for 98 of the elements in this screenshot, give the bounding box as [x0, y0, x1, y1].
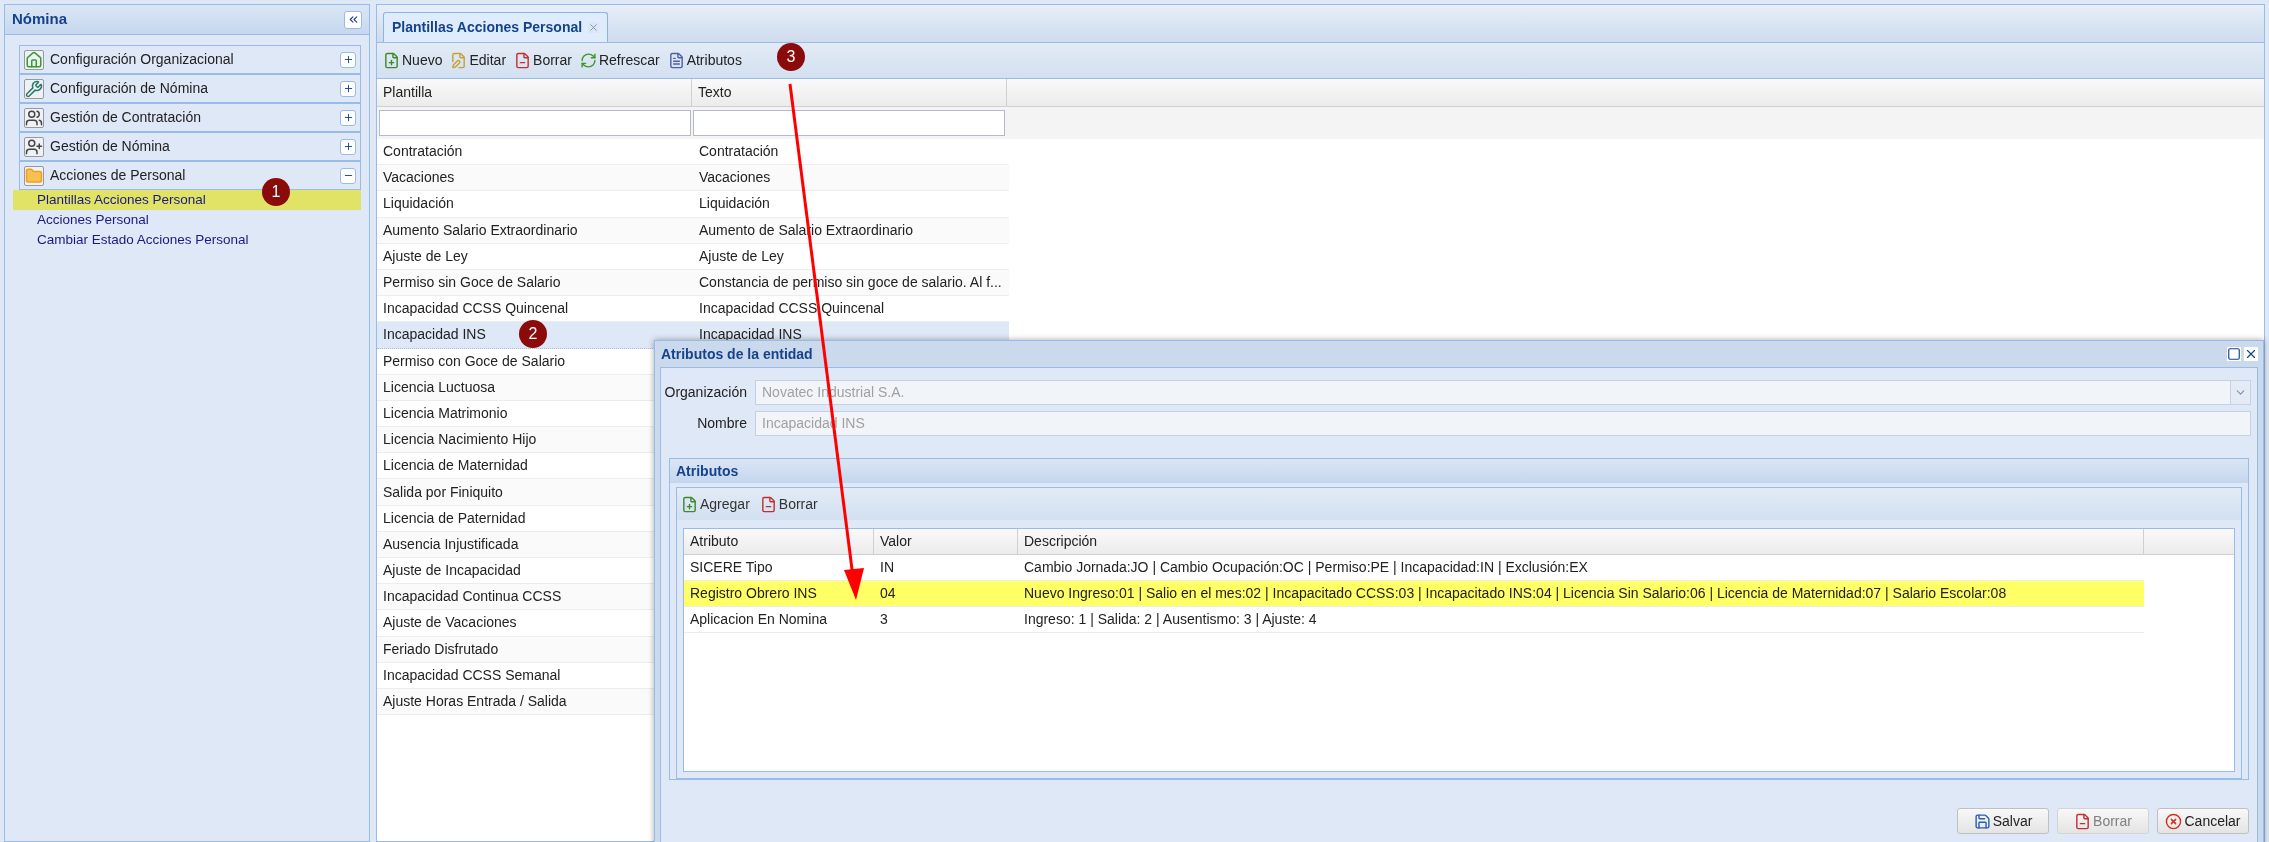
accordion-label: Configuración Organizacional — [50, 50, 235, 69]
accordion-label: Gestión de Nómina — [50, 137, 171, 156]
delete-file-icon — [2074, 812, 2092, 830]
toolbar-button[interactable]: Refrescar — [579, 47, 660, 74]
column-header[interactable]: Atributo — [684, 529, 874, 554]
filter-field[interactable] — [693, 110, 1005, 136]
table-row[interactable]: Registro Obrero INS 04 Nuevo Ingreso:01 | Salio en el mes:02 | Incapacitado CCSS:03 | Incapacitado INS:04 | Licencia Sin Salario:06 | Licencia de Maternidad:07 | Salario Escolar:08 — [684, 581, 2144, 607]
table-cell-text: Incapacidad Continua CCSS — [383, 587, 562, 607]
table-cell-text: Licencia de Paternidad — [383, 508, 526, 528]
people-icon — [25, 108, 43, 127]
table-cell-text: Cambio Jornada:JO | Cambio Ocupación:OC | Permiso:PE | Incapacidad:IN | Exclusión:EX — [1023, 558, 1589, 577]
table-cell-text: Licencia Luctuosa — [383, 377, 496, 397]
table-cell-text: Licencia Nacimiento Hijo — [383, 430, 537, 450]
expand-toggle[interactable] — [340, 138, 356, 155]
toolbar-button[interactable]: Atributos — [667, 47, 742, 74]
table-cell-text: Aumento Salario Extraordinario — [383, 220, 578, 240]
table-cell-text: Incapacidad CCSS Semanal — [383, 665, 561, 685]
plus-icon — [342, 141, 354, 152]
toolbar-button[interactable]: Borrar — [759, 493, 818, 515]
accordion-label: Acciones de Personal — [50, 166, 187, 185]
filter-field[interactable] — [379, 110, 691, 136]
accordion-header[interactable]: Gestión de Contratación — [19, 103, 361, 132]
new-file-icon — [383, 52, 400, 69]
dialog-button[interactable]: Salvar — [1957, 808, 2049, 834]
nav-link[interactable]: Acciones Personal — [13, 210, 361, 230]
delete-file-icon — [514, 52, 532, 69]
table-row[interactable]: Vacaciones Vacaciones — [377, 165, 1009, 192]
accordion-header[interactable]: Configuración Organizacional — [19, 45, 361, 74]
table-cell-text: Permiso sin Goce de Salario — [383, 273, 561, 293]
save-icon — [1973, 812, 1991, 830]
table-cell-text: Ingreso: 1 | Salida: 2 | Ausentismo: 3 | Ajuste: 4 — [1023, 610, 1318, 629]
table-cell-text: Vacaciones — [699, 168, 771, 188]
people-icon — [25, 137, 43, 156]
table-cell-text: 04 — [879, 584, 897, 603]
plus-icon — [342, 54, 354, 65]
table-cell-text: Permiso con Goce de Salario — [383, 351, 566, 371]
table-cell-text: Registro Obrero INS — [689, 584, 818, 603]
table-cell-text: Contratación — [383, 142, 463, 162]
tab[interactable]: Plantillas Acciones Personal — [383, 12, 609, 42]
table-cell-text: Vacaciones — [383, 168, 455, 188]
table-cell-text: 3 — [879, 610, 889, 629]
nav-link[interactable]: Cambiar Estado Acciones Personal — [13, 230, 361, 250]
table-cell-text: Ausencia Injustificada — [383, 534, 519, 554]
collapse-toggle[interactable] — [340, 167, 356, 184]
table-cell-text: Contratación — [699, 142, 779, 162]
table-cell-text: Licencia Matrimonio — [383, 403, 508, 423]
table-cell-text: Licencia de Maternidad — [383, 456, 528, 476]
table-cell-text: Incapacidad INS — [383, 325, 486, 345]
field-label: Organización — [663, 383, 748, 402]
delete-file-icon — [759, 495, 777, 513]
toolbar-button[interactable]: Editar — [450, 47, 507, 74]
close-icon[interactable] — [2244, 347, 2258, 361]
table-cell-text: Ajuste Horas Entrada / Salida — [383, 692, 567, 712]
column-header[interactable]: Valor — [874, 529, 1018, 554]
plus-icon — [342, 83, 354, 94]
table-cell-text: Ajuste de Ley — [383, 246, 468, 266]
folder-icon — [25, 166, 43, 185]
accordion-header[interactable]: Gestión de Nómina — [19, 132, 361, 161]
expand-toggle[interactable] — [340, 51, 356, 68]
column-header[interactable]: Descripción — [1018, 529, 2144, 554]
toolbar-button[interactable]: Agregar — [681, 493, 750, 515]
panel-title: Nómina — [12, 9, 67, 30]
column-header[interactable]: Texto — [692, 79, 1007, 106]
table-cell-text: Ajuste de Incapacidad — [383, 561, 521, 581]
table-cell-text: Ajuste de Ley — [699, 246, 784, 266]
column-header[interactable]: Plantilla — [377, 79, 692, 106]
table-cell-text: Liquidación — [383, 194, 454, 214]
table-cell-text: Aplicacion En Nomina — [689, 610, 828, 629]
collapse-button[interactable] — [344, 10, 362, 29]
table-cell-text: Incapacidad CCSS Quincenal — [699, 299, 885, 319]
table-cell-text: SICERE Tipo — [689, 558, 774, 577]
toolbar-button[interactable]: Borrar — [514, 47, 572, 74]
table-cell-text: Incapacidad INS — [699, 325, 802, 345]
dialog-button[interactable]: Cancelar — [2157, 808, 2249, 834]
document-icon — [667, 52, 685, 69]
edit-file-icon — [450, 52, 468, 69]
table-cell-text: Ajuste de Vacaciones — [383, 613, 517, 633]
toolbar-button[interactable]: Nuevo — [383, 47, 443, 74]
maximize-icon[interactable] — [2227, 347, 2241, 361]
new-file-icon — [681, 495, 698, 513]
tools-icon — [25, 79, 43, 98]
accordion-label: Gestión de Contratación — [50, 108, 202, 127]
cancel-icon — [2165, 812, 2183, 830]
accordion-header[interactable]: Configuración de Nómina — [19, 74, 361, 103]
accordion-label: Configuración de Nómina — [50, 79, 209, 98]
expand-toggle[interactable] — [340, 80, 356, 97]
panel-header: Atributos — [670, 459, 2248, 483]
plus-icon — [342, 112, 354, 123]
field-label: Nombre — [696, 414, 748, 433]
table-cell-text: Salida por Finiquito — [383, 482, 503, 502]
house-icon — [25, 50, 43, 69]
table-cell-text: Liquidación — [699, 194, 770, 214]
table-cell-text: Nuevo Ingreso:01 | Salio en el mes:02 | Incapacitado CCSS:03 | Incapacitado INS:04 | Licencia Sin Salario:06 | Licencia de Maternidad:07 | Salario Escolar:08 — [1023, 584, 2008, 603]
refresh-icon — [579, 52, 597, 69]
table-cell-text: Incapacidad CCSS Quincenal — [383, 299, 569, 319]
expand-toggle[interactable] — [340, 109, 356, 126]
table-cell-text: Feriado Disfrutado — [383, 639, 499, 659]
table-cell-text: IN — [879, 558, 895, 577]
